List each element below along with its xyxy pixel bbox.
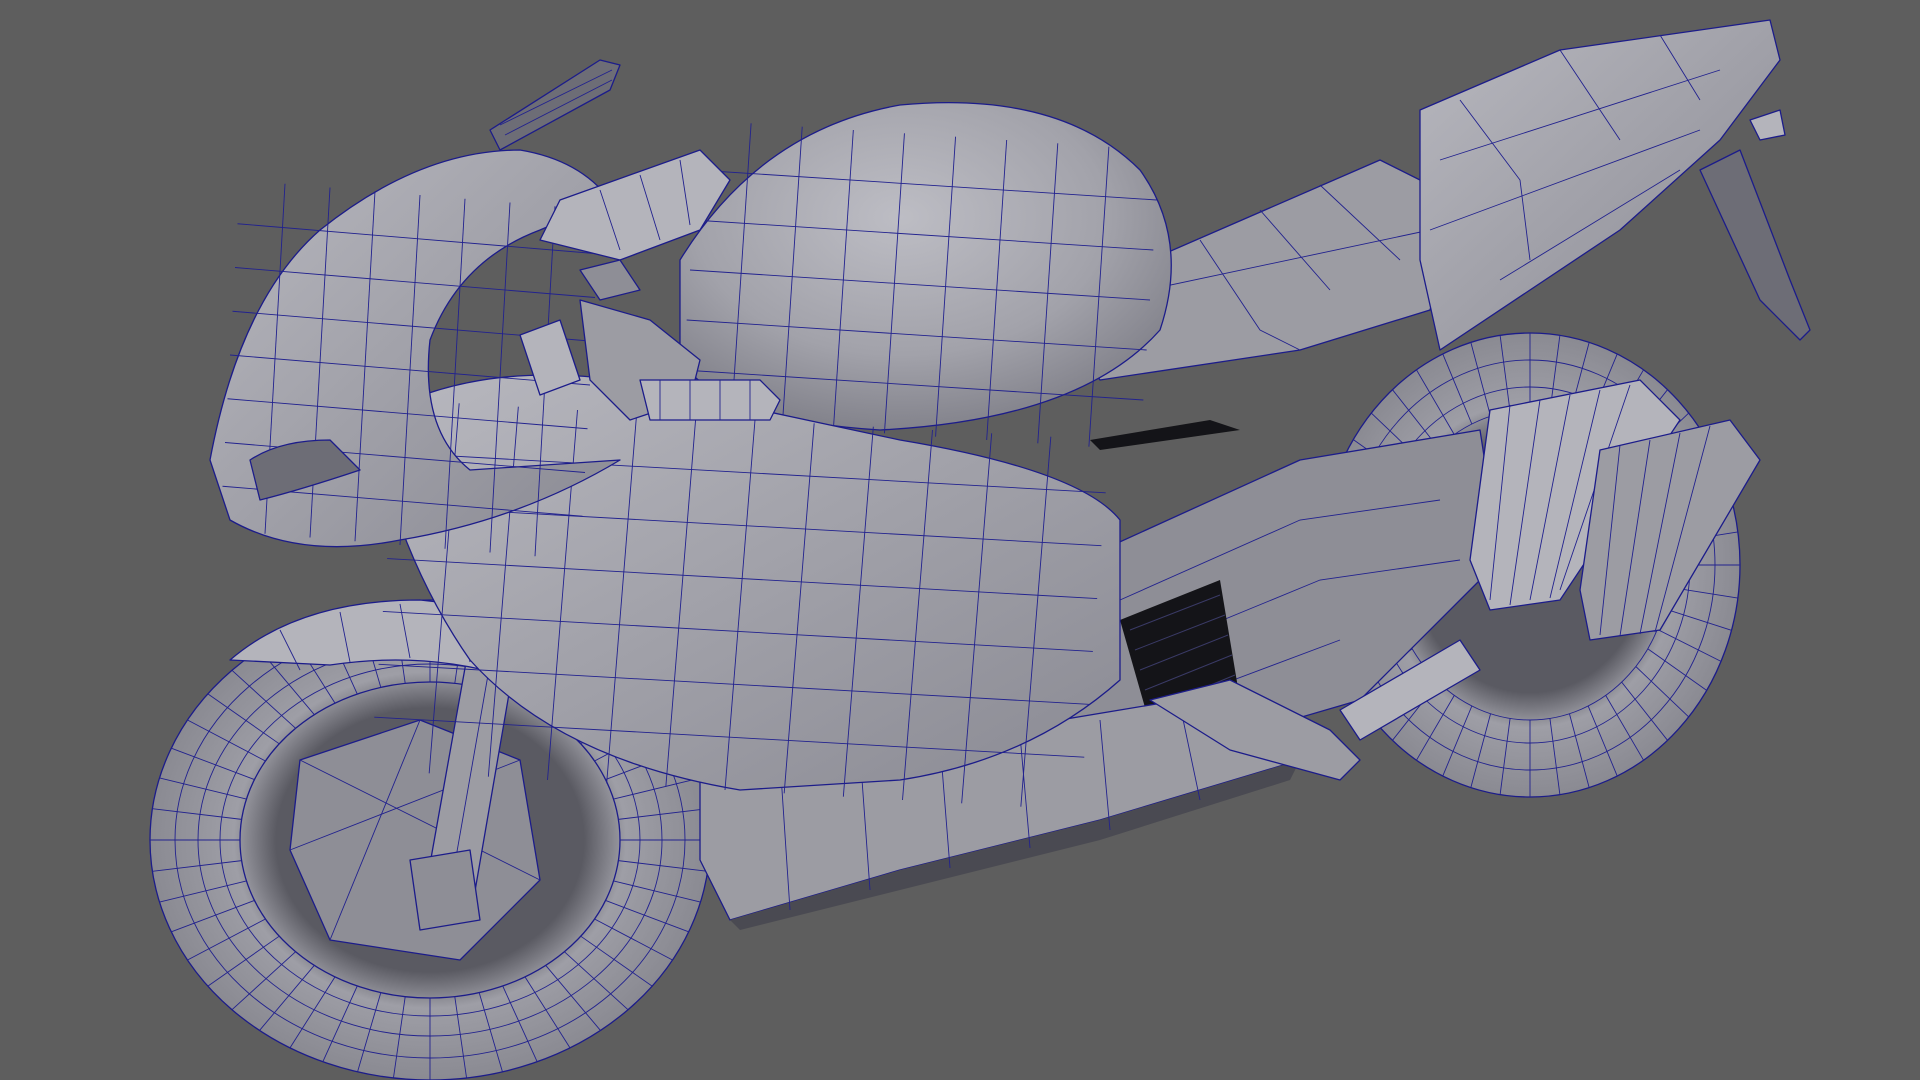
3d-viewport[interactable] bbox=[0, 0, 1920, 1080]
mirror[interactable] bbox=[489, 59, 621, 151]
motorcycle-wireframe-model[interactable] bbox=[0, 0, 1920, 1080]
tail-section[interactable] bbox=[1419, 19, 1811, 351]
